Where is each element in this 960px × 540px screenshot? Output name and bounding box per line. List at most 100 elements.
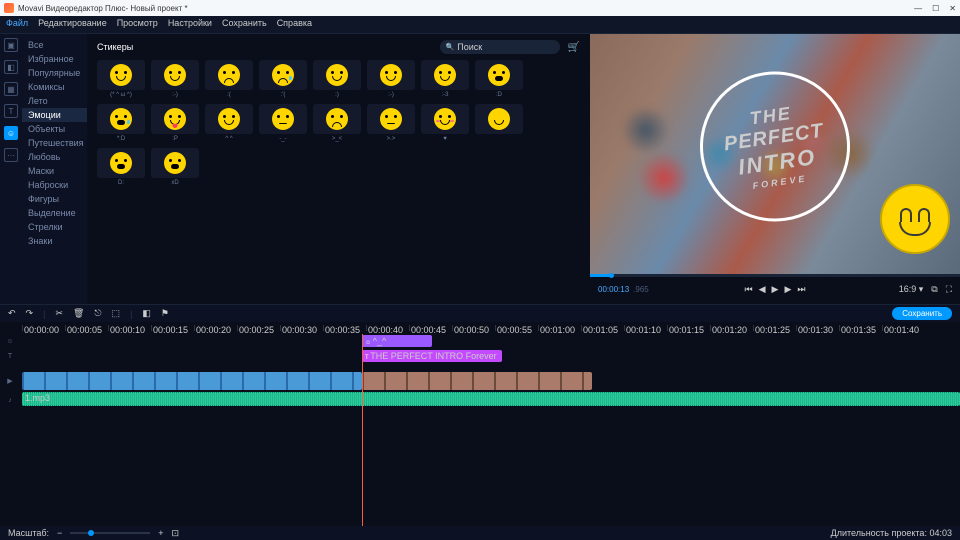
export-button[interactable]: Сохранить [892, 307, 952, 320]
track-audio-header[interactable]: ♪ [0, 397, 20, 404]
cat-arrows[interactable]: Стрелки [22, 220, 87, 234]
cat-fav[interactable]: Избранное [22, 52, 87, 66]
menu-file[interactable]: Файл [6, 18, 28, 28]
sticker-item[interactable]: :-) [151, 60, 199, 98]
timeline-toolbar: ↶ ↷ | ✂ 🗑 ⎋ ⬚ | ◧ ⚑ Сохранить [0, 304, 960, 322]
sticker-item[interactable]: :-3 [421, 60, 469, 98]
sticker-item[interactable]: D: [97, 148, 145, 186]
playhead[interactable] [362, 334, 363, 526]
sticker-item[interactable]: -_- [259, 104, 307, 142]
search-input[interactable]: Поиск [440, 40, 560, 54]
import-icon[interactable]: ▣ [4, 38, 18, 52]
sticker-overlay [880, 184, 950, 254]
close-icon[interactable]: ✕ [949, 4, 956, 13]
minimize-icon[interactable]: — [914, 4, 922, 13]
track-sticker-header[interactable]: ☺ [0, 338, 20, 345]
zoom-slider[interactable] [70, 532, 150, 534]
titles-icon[interactable]: T [4, 104, 18, 118]
sticker-item[interactable]: :-) [367, 60, 415, 98]
cat-pop[interactable]: Популярные [22, 66, 87, 80]
filters-icon[interactable]: ◧ [4, 60, 18, 74]
clip-video-2[interactable] [362, 372, 592, 390]
project-duration: 04:03 [929, 528, 952, 538]
track-title-header[interactable]: T [0, 353, 20, 360]
preview-controls: 00:00:13.965 ⏮ ◀ ▶ ▶ ⏭ 16:9 ▾ ⧉ ⛶ [590, 274, 960, 304]
prev-frame-icon[interactable]: ⏮ [745, 284, 753, 295]
window-titlebar: Movavi Видеоредактор Плюс - Новый проект… [0, 0, 960, 16]
cat-highlight[interactable]: Выделение [22, 206, 87, 220]
app-title: Movavi Видеоредактор Плюс [18, 4, 125, 13]
delete-icon[interactable]: 🗑 [73, 308, 84, 319]
undo-icon[interactable]: ↶ [8, 308, 16, 319]
menu-bar: Файл Редактирование Просмотр Настройки С… [0, 16, 960, 30]
store-icon[interactable]: 🛒 [568, 42, 580, 53]
sticker-item[interactable]: :'( [259, 60, 307, 98]
sticker-item[interactable]: ♥ [421, 104, 469, 142]
cut-icon[interactable]: ✂ [55, 308, 63, 319]
zoom-label: Масштаб: [8, 528, 49, 538]
preview-video[interactable]: THE PERFECT INTRO FOREVE [590, 34, 960, 274]
sticker-item[interactable]: >.> [367, 104, 415, 142]
cat-signs[interactable]: Знаки [22, 234, 87, 248]
color-icon[interactable]: ◧ [142, 308, 151, 319]
cat-emotions[interactable]: Эмоции [22, 108, 87, 122]
cat-shapes[interactable]: Фигуры [22, 192, 87, 206]
fullscreen-icon[interactable]: ⛶ [946, 284, 952, 295]
transitions-icon[interactable]: ▦ [4, 82, 18, 96]
stickers-icon[interactable]: ☺ [4, 126, 18, 140]
cat-love[interactable]: Любовь [22, 150, 87, 164]
sticker-item[interactable]: >_< [313, 104, 361, 142]
zoom-in-icon[interactable]: + [158, 528, 163, 538]
aspect-ratio[interactable]: 16:9 ▾ [899, 284, 924, 295]
sticker-item[interactable]: :D [475, 60, 523, 98]
more-tools-icon[interactable]: ⋯ [4, 148, 18, 162]
sticker-item[interactable]: ^ ^ [205, 104, 253, 142]
detach-icon[interactable]: ⧉ [931, 284, 937, 295]
preview-panel: ? THE PERFECT INTRO FOREVE 00:00:13.965 … [590, 34, 960, 304]
timeline[interactable]: ☺ ☺ ^_^ T T THE PERFECT INTRO Forever ▶ … [0, 334, 960, 526]
cat-summer[interactable]: Лето [22, 94, 87, 108]
cat-objects[interactable]: Объекты [22, 122, 87, 136]
sticker-item[interactable]: *:D [97, 104, 145, 142]
sticker-item[interactable]: xD [151, 148, 199, 186]
clip-video-1[interactable] [22, 372, 362, 390]
marker-icon[interactable]: ⚑ [161, 308, 169, 319]
timecode: 00:00:13 [598, 285, 629, 294]
sticker-panel: Стикеры Поиск 🛒 (* ^ ω ^):-):(:'(:):-):-… [87, 34, 590, 304]
maximize-icon[interactable]: ☐ [932, 4, 939, 13]
clip-sticker[interactable]: ☺ ^_^ [362, 335, 432, 347]
sticker-item[interactable] [475, 104, 523, 142]
tool-rail: ▣ ◧ ▦ T ☺ ⋯ [0, 34, 22, 304]
zoom-out-icon[interactable]: − [57, 528, 62, 538]
menu-view[interactable]: Просмотр [117, 18, 158, 28]
project-name: - Новый проект * [125, 4, 187, 13]
crop-icon[interactable]: ⬚ [112, 308, 121, 319]
step-fwd-icon[interactable]: ▶ [784, 284, 791, 295]
preview-scrubber[interactable] [590, 274, 960, 277]
split-icon[interactable]: ⎋ [94, 308, 101, 319]
sticker-item[interactable]: :) [313, 60, 361, 98]
cat-masks[interactable]: Маски [22, 164, 87, 178]
cat-sketch[interactable]: Наброски [22, 178, 87, 192]
next-frame-icon[interactable]: ⏭ [797, 284, 805, 295]
sticker-item[interactable]: (* ^ ω ^) [97, 60, 145, 98]
panel-title: Стикеры [97, 42, 133, 52]
app-logo-icon [4, 3, 14, 13]
cat-all[interactable]: Все [22, 38, 87, 52]
cat-travel[interactable]: Путешествия [22, 136, 87, 150]
redo-icon[interactable]: ↷ [26, 308, 34, 319]
timeline-ruler[interactable]: 00:00:0000:00:0500:00:1000:00:1500:00:20… [0, 322, 960, 334]
step-back-icon[interactable]: ◀ [759, 284, 766, 295]
clip-audio[interactable]: 1.mp3 [22, 392, 960, 406]
menu-edit[interactable]: Редактирование [38, 18, 107, 28]
sticker-item[interactable]: :P [151, 104, 199, 142]
menu-save[interactable]: Сохранить [222, 18, 267, 28]
cat-comics[interactable]: Комиксы [22, 80, 87, 94]
fit-icon[interactable]: ⊡ [172, 528, 180, 539]
clip-title[interactable]: T THE PERFECT INTRO Forever [362, 350, 502, 362]
menu-settings[interactable]: Настройки [168, 18, 212, 28]
sticker-item[interactable]: :( [205, 60, 253, 98]
play-icon[interactable]: ▶ [772, 284, 779, 295]
track-video-header[interactable]: ▶ [0, 377, 20, 385]
menu-help[interactable]: Справка [277, 18, 312, 28]
